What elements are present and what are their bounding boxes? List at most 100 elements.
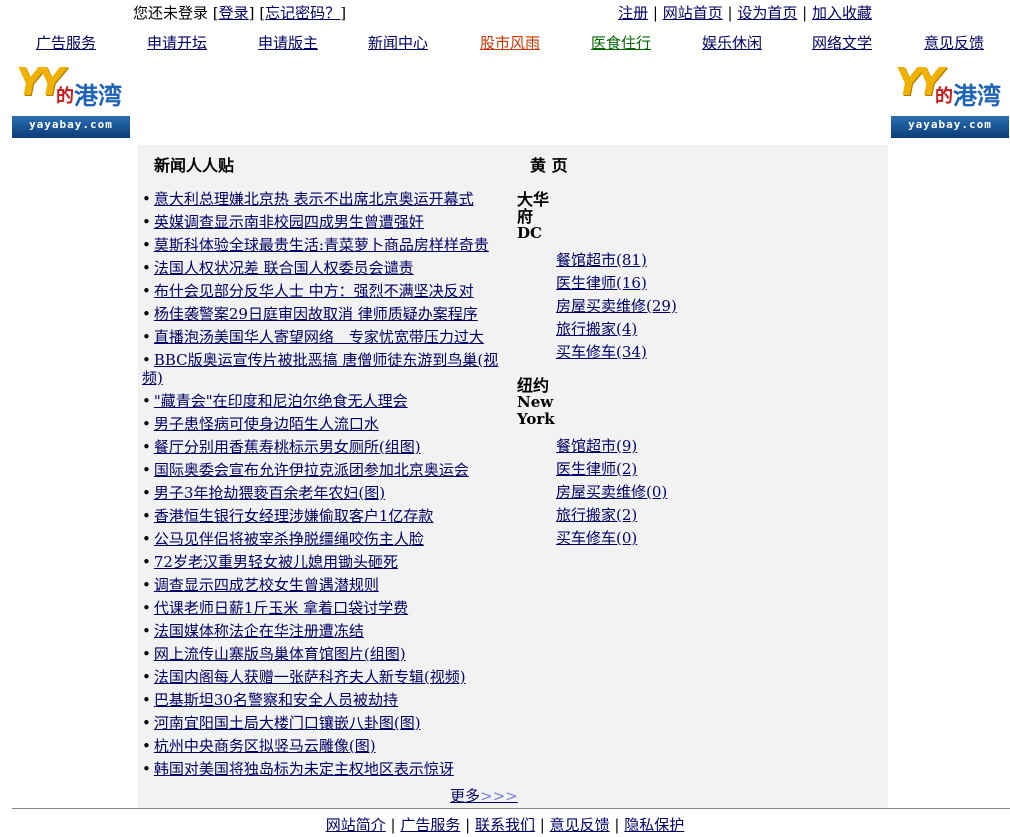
nav-entertainment[interactable]: 娱乐休闲 bbox=[702, 32, 762, 53]
news-link[interactable]: 杭州中央商务区拟竖马云雕像(图) bbox=[154, 737, 376, 755]
news-link[interactable]: 韩国对美国将独岛标为未定主权地区表示惊讶 bbox=[154, 760, 454, 778]
yp-link-doctors-lawyers[interactable]: 医生律师(16) bbox=[556, 274, 647, 292]
yp-link-restaurants[interactable]: 餐馆超市(9) bbox=[556, 437, 637, 455]
list-item: 买车修车(0) bbox=[556, 529, 667, 547]
footer-feedback-link[interactable]: 意见反馈 bbox=[550, 816, 610, 834]
news-link[interactable]: 杨佳袭警案29日庭审因故取消 律师质疑办案程序 bbox=[154, 305, 478, 323]
footer-privacy-link[interactable]: 隐私保护 bbox=[624, 816, 684, 834]
bullet-icon: • bbox=[142, 645, 151, 663]
news-link[interactable]: 香港恒生银行女经理涉嫌偷取客户1亿存款 bbox=[154, 507, 434, 525]
bullet-icon: • bbox=[142, 351, 151, 369]
news-link[interactable]: 河南宜阳国土局大楼门口镶嵌八卦图(图) bbox=[154, 714, 421, 732]
add-favorites-link[interactable]: 加入收藏 bbox=[812, 4, 872, 22]
yp-link-restaurants[interactable]: 餐馆超市(81) bbox=[556, 251, 647, 269]
bullet-icon: • bbox=[142, 236, 151, 254]
login-prefix: 您还未登录 bbox=[133, 4, 209, 22]
more-news-link[interactable]: 更多>>> bbox=[450, 787, 518, 805]
list-item: • 香港恒生银行女经理涉嫌偷取客户1亿存款 bbox=[142, 507, 512, 525]
nav-apply-forum[interactable]: 申请开坛 bbox=[147, 32, 207, 53]
city-name-cn: 大华府 bbox=[517, 190, 550, 226]
city-dc: 大华府 DC bbox=[517, 191, 557, 242]
nav-daily-living[interactable]: 医食住行 bbox=[591, 32, 651, 53]
news-link[interactable]: 男子患怪病可使身边陌生人流口水 bbox=[154, 415, 379, 433]
news-link[interactable]: 网上流传山寨版鸟巢体育馆图片(组图) bbox=[154, 645, 406, 663]
nav-feedback[interactable]: 意见反馈 bbox=[924, 32, 984, 53]
list-item: • 国际奥委会宣布允许伊拉克派团参加北京奥运会 bbox=[142, 461, 512, 479]
bullet-icon: • bbox=[142, 599, 151, 617]
logo-yy: YY bbox=[16, 60, 65, 104]
logo-gangwan: 港湾 bbox=[953, 81, 1001, 110]
forgot-password-link[interactable]: 忘记密码？ bbox=[265, 4, 340, 22]
nav-apply-moderator[interactable]: 申请版主 bbox=[258, 32, 318, 53]
news-link[interactable]: 公马见伴侣将被宰杀挣脱缰绳咬伤主人脸 bbox=[154, 530, 424, 548]
news-link[interactable]: 法国媒体称法企在华注册遭冻结 bbox=[154, 622, 364, 640]
list-item: 买车修车(34) bbox=[556, 343, 677, 361]
register-link[interactable]: 注册 bbox=[618, 4, 648, 22]
bullet-icon: • bbox=[142, 190, 151, 208]
logo-domain: yayabay.com bbox=[29, 118, 113, 131]
top-bar: 您还未登录 [登录] [忘记密码？] 注册 | 网站首页 | 设为首页 | 加入… bbox=[0, 0, 1010, 24]
yellow-pages-list-dc: 餐馆超市(81) 医生律师(16) 房屋买卖维修(29) 旅行搬家(4) 买车修… bbox=[556, 251, 677, 366]
news-link[interactable]: 法国内阁每人获赠一张萨科齐夫人新专辑(视频) bbox=[154, 668, 466, 686]
yp-link-real-estate[interactable]: 房屋买卖维修(0) bbox=[556, 483, 667, 501]
site-logo-right[interactable]: YY 的 港湾 yayabay.com bbox=[891, 60, 1009, 138]
footer-contact-link[interactable]: 联系我们 bbox=[475, 816, 535, 834]
list-item: • 调查显示四成艺校女生曾遇潜规则 bbox=[142, 576, 512, 594]
bullet-icon: • bbox=[142, 328, 151, 346]
set-homepage-link[interactable]: 设为首页 bbox=[737, 4, 797, 22]
nav-web-literature[interactable]: 网络文学 bbox=[812, 32, 872, 53]
site-logo-left[interactable]: YY 的 港湾 yayabay.com bbox=[12, 60, 130, 138]
login-link[interactable]: 登录 bbox=[219, 4, 249, 22]
more-arrows: >>> bbox=[480, 787, 518, 805]
yp-link-auto[interactable]: 买车修车(34) bbox=[556, 343, 647, 361]
news-link[interactable]: 直播泡汤美国华人寄望网络 专家忧宽带压力过大 bbox=[154, 328, 484, 346]
news-link[interactable]: 72岁老汉重男轻女被儿媳用锄头砸死 bbox=[154, 553, 398, 571]
logo-gangwan: 港湾 bbox=[74, 81, 122, 110]
yp-link-travel-moving[interactable]: 旅行搬家(2) bbox=[556, 506, 637, 524]
bullet-icon: • bbox=[142, 622, 151, 640]
home-link[interactable]: 网站首页 bbox=[663, 4, 723, 22]
footer-about-link[interactable]: 网站简介 bbox=[326, 816, 386, 834]
news-link[interactable]: 男子3年抢劫猥亵百余老年农妇(图) bbox=[154, 484, 385, 502]
news-link[interactable]: 英媒调查显示南非校园四成男生曾遭强奸 bbox=[154, 213, 424, 231]
news-link[interactable]: BBC版奥运宣传片被批恶搞 唐僧师徒东游到鸟巢(视频) bbox=[142, 351, 498, 387]
more-label: 更多 bbox=[450, 787, 481, 805]
nav-news-center[interactable]: 新闻中心 bbox=[368, 32, 428, 53]
list-item: • 法国媒体称法企在华注册遭冻结 bbox=[142, 622, 512, 640]
list-item: • 意大利总理嫌北京热 表示不出席北京奥运开幕式 bbox=[142, 190, 512, 208]
yp-link-real-estate[interactable]: 房屋买卖维修(29) bbox=[556, 297, 677, 315]
news-link[interactable]: 法国人权状况差 联合国人权委员会谴责 bbox=[154, 259, 414, 277]
city-name-cn: 纽约 bbox=[517, 376, 550, 395]
news-link[interactable]: 餐厅分别用香蕉寿桃标示男女厕所(组图) bbox=[154, 438, 421, 456]
yp-link-doctors-lawyers[interactable]: 医生律师(2) bbox=[556, 460, 637, 478]
yp-link-auto[interactable]: 买车修车(0) bbox=[556, 529, 637, 547]
yellow-pages-heading: 黄 页 bbox=[530, 156, 568, 175]
logo-de: 的 bbox=[56, 86, 74, 107]
news-link[interactable]: 巴基斯坦30名警察和安全人员被劫持 bbox=[154, 691, 398, 709]
yp-link-travel-moving[interactable]: 旅行搬家(4) bbox=[556, 320, 637, 338]
bullet-icon: • bbox=[142, 760, 151, 778]
news-link[interactable]: 调查显示四成艺校女生曾遇潜规则 bbox=[154, 576, 379, 594]
nav-stock-market[interactable]: 股市风雨 bbox=[480, 32, 540, 53]
list-item: • 布什会见部分反华人士 中方：强烈不满坚决反对 bbox=[142, 282, 512, 300]
list-item: • 莫斯科体验全球最贵生活:青菜萝卜商品房样样奇贵 bbox=[142, 236, 512, 254]
bullet-icon: • bbox=[142, 415, 151, 433]
nav-ad-service[interactable]: 广告服务 bbox=[36, 32, 96, 53]
news-link[interactable]: 代课老师日薪1斤玉米 拿着口袋讨学费 bbox=[154, 599, 408, 617]
news-link[interactable]: 意大利总理嫌北京热 表示不出席北京奥运开幕式 bbox=[154, 190, 474, 208]
bullet-icon: • bbox=[142, 305, 151, 323]
bullet-icon: • bbox=[142, 691, 151, 709]
list-item: • 法国人权状况差 联合国人权委员会谴责 bbox=[142, 259, 512, 277]
logo-domain: yayabay.com bbox=[908, 118, 992, 131]
list-item: 餐馆超市(9) bbox=[556, 437, 667, 455]
news-link[interactable]: 莫斯科体验全球最贵生活:青菜萝卜商品房样样奇贵 bbox=[154, 236, 489, 254]
footer-ad-link[interactable]: 广告服务 bbox=[400, 816, 460, 834]
bullet-icon: • bbox=[142, 392, 151, 410]
news-link[interactable]: "藏青会"在印度和尼泊尔绝食无人理会 bbox=[154, 392, 408, 410]
list-item: 医生律师(2) bbox=[556, 460, 667, 478]
news-link[interactable]: 国际奥委会宣布允许伊拉克派团参加北京奥运会 bbox=[154, 461, 469, 479]
list-item: • 杨佳袭警案29日庭审因故取消 律师质疑办案程序 bbox=[142, 305, 512, 323]
list-item: 医生律师(16) bbox=[556, 274, 677, 292]
news-link[interactable]: 布什会见部分反华人士 中方：强烈不满坚决反对 bbox=[154, 282, 474, 300]
bullet-icon: • bbox=[142, 576, 151, 594]
